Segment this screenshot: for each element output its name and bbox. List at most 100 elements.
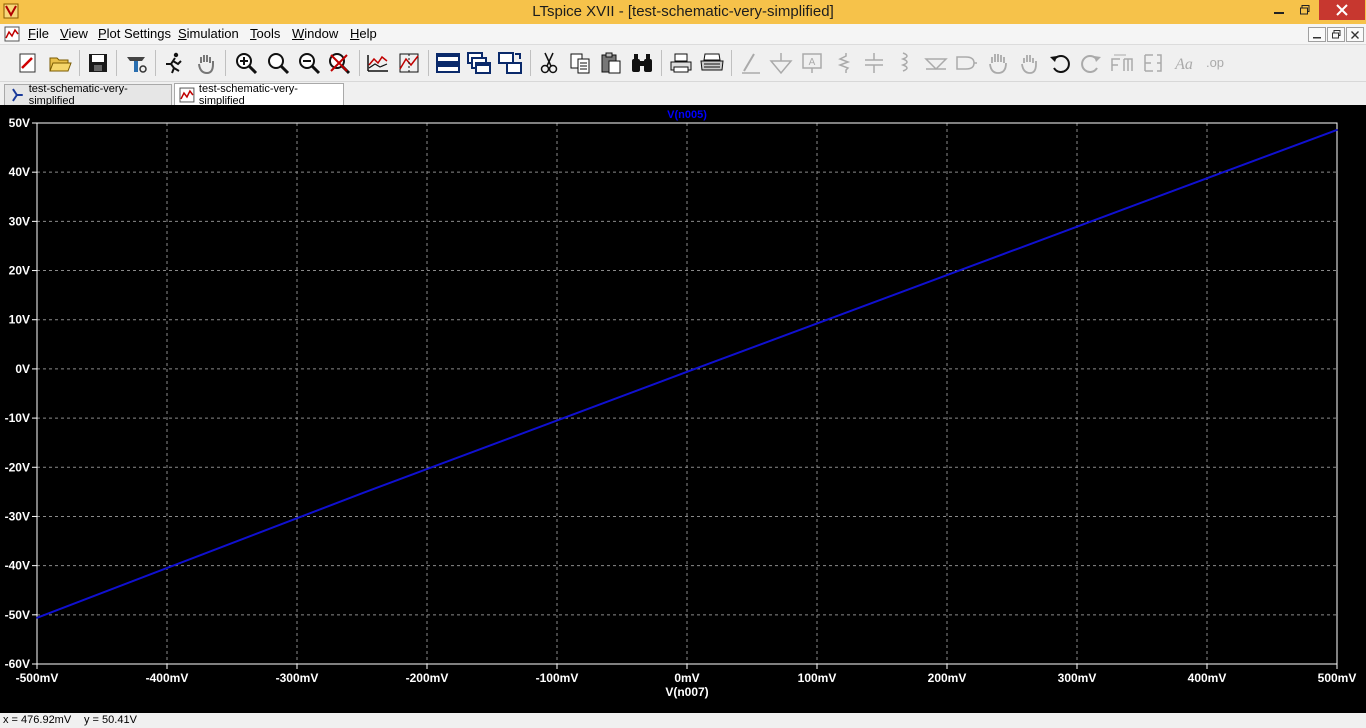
wire-icon xyxy=(742,53,760,74)
cursor-icon xyxy=(399,53,419,73)
close-button[interactable] xyxy=(1319,0,1365,20)
menu-file[interactable]: File xyxy=(28,26,49,41)
menu-help[interactable]: Help xyxy=(350,26,377,41)
save-icon xyxy=(89,54,107,72)
waveform-document-icon[interactable] xyxy=(4,26,20,42)
find-button[interactable] xyxy=(628,49,656,77)
zoom-out-button[interactable] xyxy=(264,49,292,77)
mdi-minimize-button[interactable] xyxy=(1308,27,1326,42)
find-icon xyxy=(632,54,652,72)
title-bar[interactable]: LTspice XVII - [test-schematic-very-simp… xyxy=(0,0,1366,24)
y-tick-label: -40V xyxy=(5,559,30,573)
zoom-fit-button[interactable] xyxy=(325,49,353,77)
cursor-button[interactable] xyxy=(395,49,423,77)
tile-vertical-button[interactable] xyxy=(496,49,524,77)
capacitor-button[interactable] xyxy=(860,49,888,77)
autorange-icon xyxy=(367,55,388,72)
mdi-close-button[interactable] xyxy=(1346,27,1364,42)
move-button[interactable] xyxy=(984,49,1012,77)
tile-horizontal-button[interactable] xyxy=(434,49,462,77)
trace-point xyxy=(686,371,688,373)
redo-button[interactable] xyxy=(1077,49,1105,77)
print-setup-button[interactable] xyxy=(667,49,695,77)
trace-point xyxy=(361,492,363,495)
menu-plot-settings[interactable]: Plot Settings xyxy=(98,26,171,41)
spice-directive-button[interactable]: .op xyxy=(1201,49,1229,77)
close-icon xyxy=(1351,30,1359,39)
run-icon xyxy=(166,52,182,74)
menu-view[interactable]: View xyxy=(60,26,88,41)
toolbar-separator xyxy=(79,50,80,76)
menu-simulation[interactable]: Simulation xyxy=(178,26,239,41)
tab-waveform[interactable]: test-schematic-very-simplified xyxy=(174,83,344,107)
text-icon: Aa xyxy=(1174,56,1193,73)
component-button[interactable] xyxy=(952,49,980,77)
save-button[interactable] xyxy=(84,49,112,77)
control-panel-icon xyxy=(127,57,147,73)
paste-icon xyxy=(601,52,621,74)
diode-icon xyxy=(924,58,948,71)
minimize-button[interactable] xyxy=(1266,0,1292,20)
text-button[interactable]: Aa xyxy=(1170,49,1198,77)
rotate-button[interactable] xyxy=(1108,49,1136,77)
zoom-fit-icon xyxy=(329,53,351,75)
new-schematic-button[interactable] xyxy=(14,49,42,77)
control-panel-button[interactable] xyxy=(122,49,150,77)
menu-view-label: iew xyxy=(68,26,88,41)
y-tick-label: -10V xyxy=(5,411,30,425)
toolbar-separator xyxy=(225,50,226,76)
print-button[interactable] xyxy=(698,49,726,77)
toolbar-separator xyxy=(731,50,732,76)
menu-window[interactable]: Window xyxy=(292,26,338,41)
svg-text:A: A xyxy=(809,57,816,68)
menu-simulation-accelerator: S xyxy=(178,26,187,41)
paste-button[interactable] xyxy=(597,49,625,77)
cursor-y-readout: y = 50.41V xyxy=(84,714,137,726)
ground-icon xyxy=(769,53,793,75)
toolbar-separator xyxy=(661,50,662,76)
restore-button[interactable] xyxy=(1292,0,1318,20)
cut-icon xyxy=(540,52,558,74)
undo-button[interactable] xyxy=(1046,49,1074,77)
zoom-in-button[interactable] xyxy=(232,49,260,77)
mirror-button[interactable] xyxy=(1139,49,1167,77)
x-tick-label: 500mV xyxy=(1318,671,1357,685)
label-icon: A xyxy=(802,53,822,73)
cut-button[interactable] xyxy=(535,49,563,77)
cascade-icon xyxy=(467,52,491,74)
y-tick-label: 10V xyxy=(9,313,30,327)
wire-button[interactable] xyxy=(737,49,765,77)
ground-button[interactable] xyxy=(767,49,795,77)
menu-tools[interactable]: Tools xyxy=(250,26,280,41)
mdi-restore-button[interactable] xyxy=(1327,27,1345,42)
y-tick-label: -20V xyxy=(5,460,30,474)
svg-text:Aa: Aa xyxy=(1174,56,1193,73)
x-tick-label: -300mV xyxy=(276,671,319,685)
resistor-button[interactable] xyxy=(830,49,858,77)
label-net-button[interactable]: A xyxy=(798,49,826,77)
waveform-plot[interactable]: -500mV -400mV -300mV -200mV -100mV 0mV 100mV 20… xyxy=(0,105,1366,713)
autorange-button[interactable] xyxy=(364,49,392,77)
toolbar-separator xyxy=(116,50,117,76)
copy-button[interactable] xyxy=(566,49,594,77)
new-schematic-icon xyxy=(19,53,36,73)
y-tick-label: -50V xyxy=(5,608,30,622)
menu-file-label: ile xyxy=(35,26,49,41)
redo-icon xyxy=(1081,55,1101,73)
run-button[interactable] xyxy=(160,49,188,77)
open-button[interactable] xyxy=(46,49,74,77)
menu-window-accelerator: W xyxy=(292,26,305,41)
halt-button[interactable] xyxy=(192,49,220,77)
status-bar: x = 476.92mV y = 50.41V xyxy=(0,713,1366,728)
restore-icon xyxy=(1300,5,1310,15)
cascade-button[interactable] xyxy=(465,49,493,77)
diode-button[interactable] xyxy=(922,49,950,77)
waveform-chart[interactable]: -500mV -400mV -300mV -200mV -100mV 0mV 100mV 20… xyxy=(0,105,1366,713)
y-tick-label: 20V xyxy=(9,264,30,278)
inductor-button[interactable] xyxy=(891,49,919,77)
drag-button[interactable] xyxy=(1015,49,1043,77)
tab-schematic[interactable]: test-schematic-very-simplified xyxy=(4,83,172,107)
zoom-back-button[interactable] xyxy=(295,49,323,77)
x-tick-label: -400mV xyxy=(146,671,189,685)
rotate-icon xyxy=(1111,54,1133,71)
